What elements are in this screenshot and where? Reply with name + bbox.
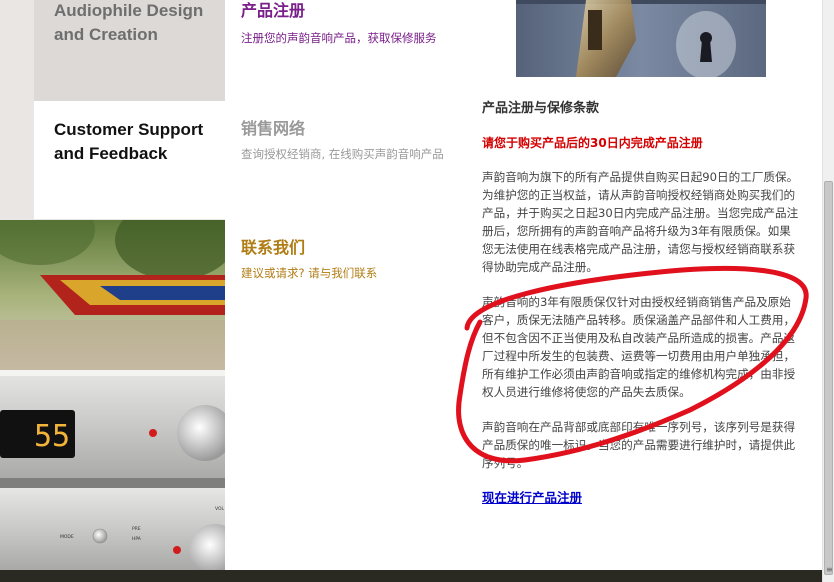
section-register-subtitle: 注册您的声韵音响产品，获取保修服务: [241, 31, 437, 45]
left-column: Audiophile Design and Creation Customer …: [0, 0, 225, 582]
mode-label: MODE: [60, 534, 74, 540]
keyhole-photo: [516, 0, 766, 77]
hpa-label: HPA: [132, 536, 142, 542]
warranty-paragraph-3: 声韵音响在产品背部或底部印有唯一序列号，该序列号是获得产品质保的唯一标识。当您的…: [482, 420, 796, 470]
vertical-scrollbar[interactable]: ≡: [822, 0, 834, 582]
nav-item-support-label: Customer Support and Feedback: [54, 120, 204, 163]
nav-item-design-label: Audiophile Design and Creation: [54, 1, 204, 44]
nav-item-support[interactable]: Customer Support and Feedback: [34, 101, 225, 219]
scrollbar-thumb[interactable]: ≡: [824, 181, 833, 575]
section-sales-network-subtitle: 查询授权经销商, 在线购买声韵音响产品: [241, 147, 444, 161]
pre-label: PRE: [132, 526, 141, 532]
section-contact-subtitle: 建议或请求? 请与我们联系: [241, 266, 378, 280]
section-sales-network-title[interactable]: 销售网络: [241, 119, 444, 139]
amplifier-photo: 55 MODE PRE HPA VOL: [0, 220, 225, 570]
warranty-heading: 产品注册与保修条款: [482, 101, 600, 116]
warranty-paragraph-1: 声韵音响为旗下的所有产品提供自购买日起90日的工厂质保。为维护您的正当权益，请从…: [482, 170, 799, 274]
register-now-link[interactable]: 现在进行产品注册: [482, 489, 582, 507]
section-contact[interactable]: 联系我们 建议或请求? 请与我们联系: [241, 238, 377, 281]
warranty-paragraph-2: 声韵音响的3年有限质保仅针对由授权经销商销售产品及原始客户，质保无法随产品转移。…: [482, 295, 796, 399]
warranty-content: 产品注册与保修条款 请您于购买产品后的30日内完成产品注册 声韵音响为旗下的所有…: [482, 100, 800, 507]
section-sales-network[interactable]: 销售网络 查询授权经销商, 在线购买声韵音响产品: [241, 119, 444, 162]
vol-label: VOL: [215, 506, 225, 512]
registration-notice: 请您于购买产品后的30日内完成产品注册: [482, 136, 703, 150]
section-register[interactable]: 产品注册 注册您的声韵音响产品，获取保修服务: [241, 1, 437, 46]
display-value: 55: [34, 419, 70, 454]
section-register-title[interactable]: 产品注册: [241, 1, 437, 21]
footer-bar: [0, 570, 822, 582]
scrollbar-grip-icon: ≡: [826, 565, 833, 574]
nav-item-design[interactable]: Audiophile Design and Creation: [34, 0, 225, 101]
section-contact-title[interactable]: 联系我们: [241, 238, 377, 258]
